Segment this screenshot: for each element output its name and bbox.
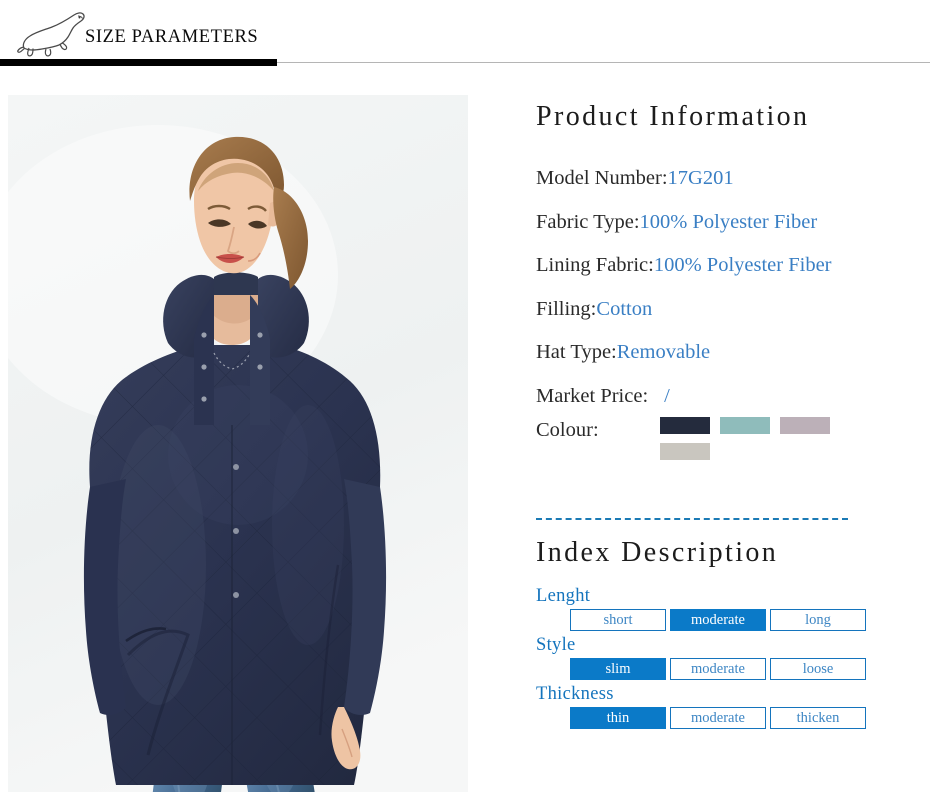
option-lenght-moderate[interactable]: moderate [670,609,766,631]
index-description-groups: Lenght short moderate long Style slim mo… [536,585,930,732]
spec-row-fabric-type: Fabric Type:100% Polyester Fiber [536,201,930,245]
spec-row-hat-type: Hat Type:Removable [536,331,930,375]
page-header: SIZE PARAMETERS [0,0,930,74]
spec-label: Lining Fabric: [536,254,654,276]
spec-row-filling: Filling:Cotton [536,288,930,332]
option-row-style: slim moderate loose [536,658,930,680]
product-size-parameters-page: SIZE PARAMETERS Product Information Mode… [0,0,930,792]
spec-label: Fabric Type: [536,210,640,233]
option-style-slim[interactable]: slim [570,658,666,680]
option-thickness-thin[interactable]: thin [570,707,666,729]
spec-value: 17G201 [667,167,734,189]
option-row-lenght: short moderate long [536,609,930,631]
option-lenght-short[interactable]: short [570,609,666,631]
option-lenght-long[interactable]: long [770,609,866,631]
spec-row-lining-fabric: Lining Fabric:100% Polyester Fiber [536,244,930,288]
spec-row-model-number: Model Number:17G201 [536,157,930,201]
option-thickness-moderate[interactable]: moderate [670,707,766,729]
spec-row-market-price: Market Price: / [536,375,930,419]
spec-value: 100% Polyester Fiber [639,210,818,233]
spec-label: Hat Type: [536,341,617,363]
spec-value: / [664,384,670,407]
colour-swatch-sage-teal[interactable] [720,417,770,434]
colour-swatch-grid [660,417,840,460]
colour-swatch-wrap [660,417,930,460]
option-style-loose[interactable]: loose [770,658,866,680]
product-spec-list: Model Number:17G201 Fabric Type:100% Pol… [536,157,930,418]
option-style-moderate[interactable]: moderate [670,658,766,680]
option-row-thickness: thin moderate thicken [536,707,930,729]
product-info-panel: Product Information Model Number:17G201 … [534,95,930,792]
colour-swatch-warm-grey[interactable] [660,443,710,460]
product-photo [8,95,468,792]
page-title: SIZE PARAMETERS [85,27,259,47]
option-thickness-thicken[interactable]: thicken [770,707,866,729]
index-group-label: Thickness [536,684,614,704]
colour-swatch-navy[interactable] [660,417,710,434]
spec-value: Removable [616,341,711,363]
index-description-heading: Index Description [536,537,779,568]
spec-label: Model Number: [536,167,668,189]
colour-label: Colour: [536,419,599,441]
index-group-style: Style slim moderate loose [536,634,930,680]
colour-swatch-mauve-grey[interactable] [780,417,830,434]
index-group-label: Style [536,635,576,655]
index-group-lenght: Lenght short moderate long [536,585,930,631]
index-group-thickness: Thickness thin moderate thicken [536,683,930,729]
spec-label: Market Price: [536,384,649,407]
header-rule-thick [0,59,277,66]
section-divider [536,518,848,520]
product-information-heading: Product Information [536,101,810,132]
index-group-label: Lenght [536,586,591,606]
spec-label: Filling: [536,297,597,320]
spec-value: 100% Polyester Fiber [653,254,832,276]
seal-logo-icon [16,6,92,58]
spec-value: Cotton [596,297,653,320]
